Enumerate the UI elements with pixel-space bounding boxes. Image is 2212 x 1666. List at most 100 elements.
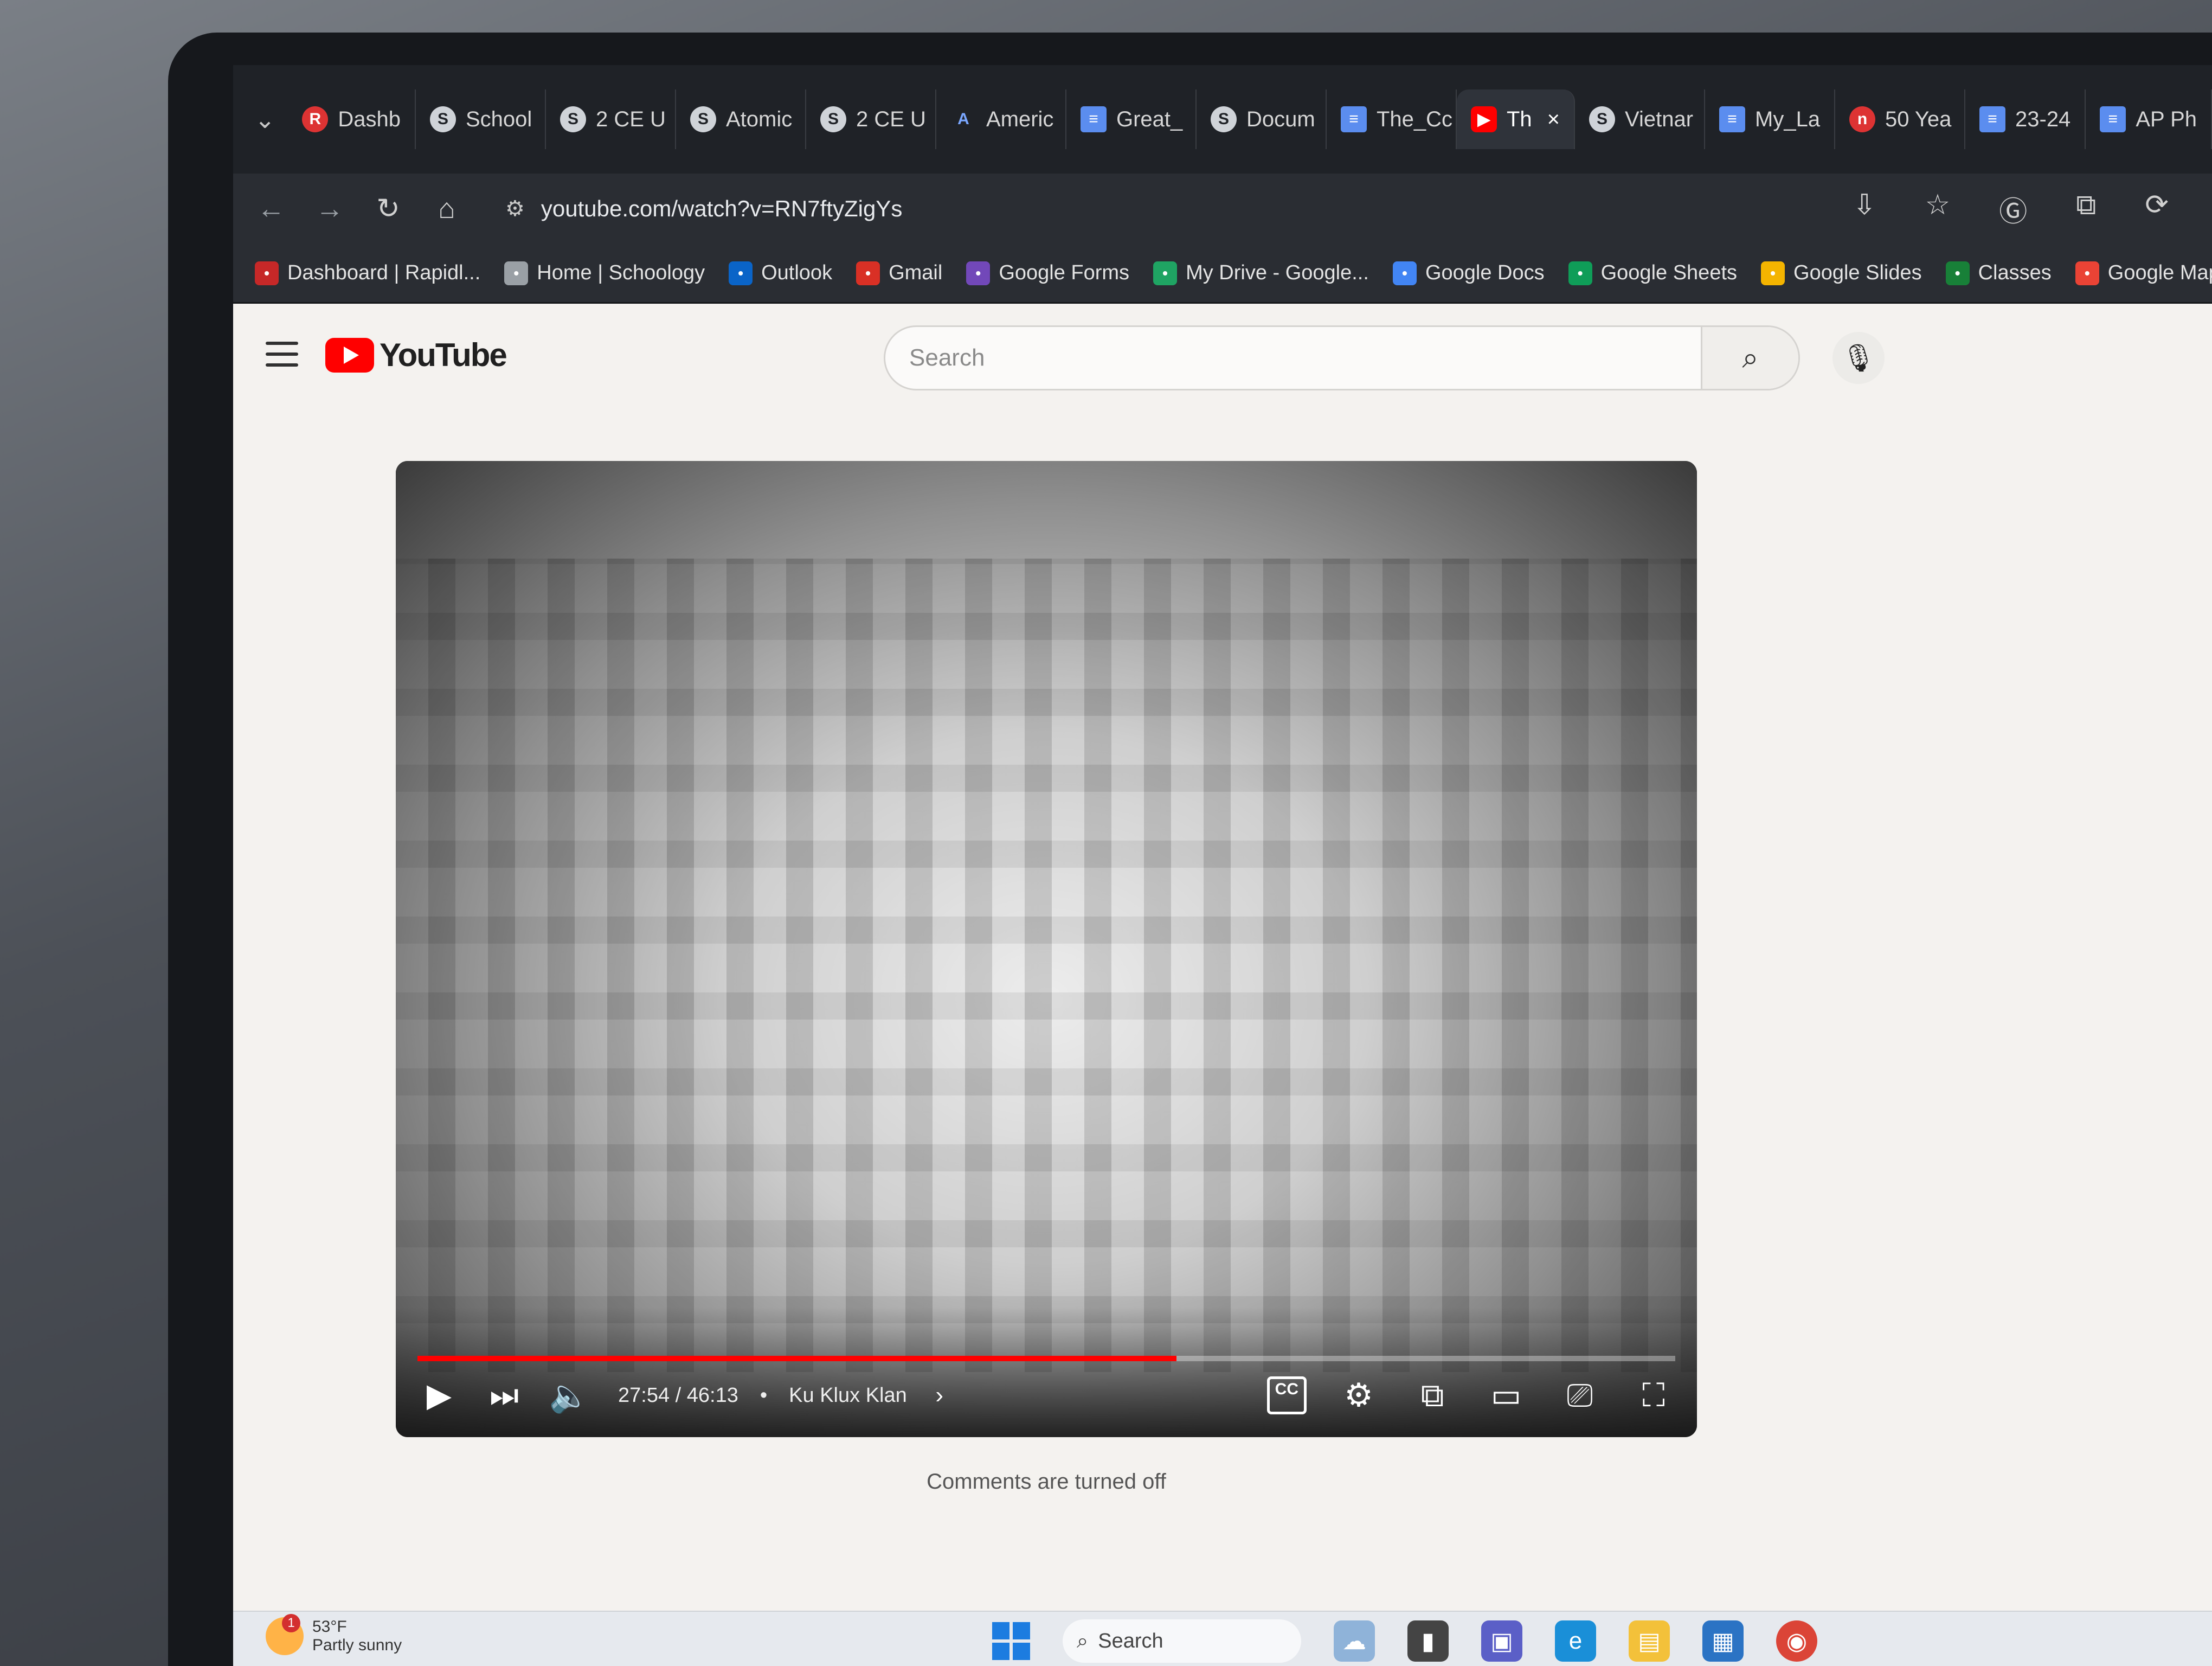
browser-tab-label: 50 Yea	[1885, 107, 1952, 131]
widgets-icon[interactable]: ☁	[1334, 1620, 1375, 1662]
menu-icon[interactable]	[266, 342, 298, 367]
miniplayer-icon[interactable]: ⧉	[1411, 1376, 1454, 1414]
youtube-search-box: ⌕	[884, 325, 1800, 390]
browser-tab[interactable]: ≡ Great_	[1066, 89, 1197, 149]
bookmark-label: Google Docs	[1425, 261, 1545, 284]
schoology-icon: S	[560, 106, 586, 132]
bookmark-item[interactable]: • Outlook	[729, 261, 832, 285]
bookmark-star-icon[interactable]: ☆	[1925, 189, 1951, 229]
chapter-chevron-icon[interactable]: ›	[929, 1382, 950, 1409]
browser-tab[interactable]: S 2 CE U	[546, 89, 676, 149]
close-tab-icon[interactable]: ×	[1547, 107, 1560, 132]
task-view-icon[interactable]: ▮	[1407, 1620, 1449, 1662]
profile-sync-icon[interactable]: ⟳	[2145, 189, 2169, 229]
back-arrow-icon[interactable]: ←	[255, 193, 287, 225]
browser-toolbar: ← → ↻ ⌂ ⚙ youtube.com/watch?v=RN7ftyZigY…	[233, 174, 2212, 244]
browser-tab[interactable]: ▶ Th ×	[1456, 89, 1575, 149]
youtube-page: YouTube ⌕ 🎙 ▶ ⏭ 🔈 27:54 / 46:13 •	[233, 304, 2212, 1611]
bookmark-item[interactable]: • Gmail	[856, 261, 942, 285]
theater-mode-icon[interactable]: ▭	[1484, 1376, 1528, 1414]
file-explorer-icon[interactable]: ▤	[1629, 1620, 1670, 1662]
browser-tab[interactable]: S Atomic	[676, 89, 806, 149]
google-docs-icon: •	[1392, 261, 1417, 285]
browser-tab[interactable]: ≡ AP Ph	[2086, 89, 2212, 149]
microsoft-store-icon[interactable]: ▦	[1702, 1620, 1744, 1662]
bookmark-item[interactable]: • Google Maps	[2075, 261, 2212, 285]
browser-tab-label: Docum	[1246, 107, 1315, 131]
bookmark-item[interactable]: • Google Docs	[1392, 261, 1545, 285]
cast-icon[interactable]: ⎚	[1558, 1376, 1602, 1414]
browser-tab[interactable]: S 2 CE U	[806, 89, 936, 149]
browser-tab[interactable]: ≡ The_Cc	[1327, 89, 1457, 149]
fullscreen-icon[interactable]: ⛶	[1632, 1376, 1675, 1414]
teams-meet-icon[interactable]: ▣	[1481, 1620, 1522, 1662]
schoology-icon: •	[504, 261, 529, 285]
browser-tab-label: Vietnar	[1625, 107, 1694, 131]
reload-icon[interactable]: ↻	[372, 193, 404, 225]
bookmark-item[interactable]: • Google Sheets	[1568, 261, 1737, 285]
browser-tab[interactable]: n 50 Yea	[1835, 89, 1965, 149]
captions-icon[interactable]: CC	[1266, 1376, 1307, 1414]
windows-start-icon[interactable]	[992, 1622, 1030, 1660]
home-icon[interactable]: ⌂	[430, 193, 463, 225]
browser-tab[interactable]: ≡ 23-24	[1965, 89, 2086, 149]
browser-tab-label: School	[465, 107, 532, 131]
schoology-icon: S	[1589, 106, 1615, 132]
bookmark-item[interactable]: • Classes	[1945, 261, 2052, 285]
chrome-icon[interactable]: ◉	[1776, 1620, 1817, 1662]
video-player[interactable]: ▶ ⏭ 🔈 27:54 / 46:13 • Ku Klux Klan › CC …	[396, 461, 1697, 1437]
browser-tab[interactable]: A Americ	[936, 89, 1066, 149]
browser-tab[interactable]: S School	[416, 89, 546, 149]
bookmark-item[interactable]: • My Drive - Google...	[1153, 261, 1369, 285]
google-docs-icon: ≡	[2100, 106, 2126, 132]
rapid-identity-icon: R	[302, 106, 329, 132]
site-settings-icon[interactable]: ⚙	[505, 196, 525, 221]
search-input[interactable]	[885, 327, 1701, 389]
browser-tab-label: 23-24	[2015, 107, 2071, 131]
search-icon: ⌕	[1077, 1629, 1089, 1652]
search-icon[interactable]: ⌕	[1701, 327, 1798, 389]
time-display: 27:54 / 46:13	[618, 1383, 738, 1407]
video-frame[interactable]	[396, 461, 1697, 1437]
player-controls-right: CC ⚙ ⧉ ▭ ⎚ ⛶	[1266, 1376, 1675, 1414]
settings-gear-icon[interactable]: ⚙	[1337, 1376, 1380, 1414]
schoology-icon: S	[690, 106, 716, 132]
progress-bar[interactable]	[417, 1356, 1675, 1361]
address-url: youtube.com/watch?v=RN7ftyZigYs	[541, 196, 903, 221]
youtube-header: YouTube ⌕ 🎙	[233, 304, 2212, 412]
tab-search-chevron-icon[interactable]: ⌄	[249, 105, 280, 134]
browser-tab[interactable]: ≡ My_La	[1705, 89, 1835, 149]
volume-icon[interactable]: 🔈	[548, 1376, 591, 1415]
google-maps-icon: •	[2075, 261, 2099, 285]
weather-widget[interactable]: 1 53°F Partly sunny	[266, 1614, 402, 1655]
weather-temp: 53°F	[312, 1618, 347, 1636]
next-icon[interactable]: ⏭	[483, 1376, 526, 1414]
taskbar-search[interactable]: ⌕ Search	[1063, 1619, 1301, 1663]
bookmark-item[interactable]: • Google Forms	[966, 261, 1129, 285]
npr-icon: n	[1849, 106, 1875, 132]
bookmark-item[interactable]: • Dashboard | Rapidl...	[255, 261, 480, 285]
chapter-title[interactable]: Ku Klux Klan	[789, 1384, 907, 1407]
taskbar-search-label: Search	[1098, 1629, 1163, 1652]
browser-tab-label: Atomic	[725, 107, 793, 131]
bookmark-item[interactable]: • Home | Schoology	[504, 261, 705, 285]
browser-tab[interactable]: R Dashb	[288, 89, 416, 149]
browser-tab[interactable]: S Vietnar	[1575, 89, 1705, 149]
bookmark-label: My Drive - Google...	[1186, 261, 1369, 284]
address-bar[interactable]: ⚙ youtube.com/watch?v=RN7ftyZigYs	[489, 184, 1736, 233]
microphone-icon[interactable]: 🎙	[1832, 332, 1885, 384]
browser-tab[interactable]: S Docum	[1197, 89, 1327, 149]
install-app-icon[interactable]: ⇩	[1853, 189, 1876, 229]
youtube-logo[interactable]: YouTube	[325, 336, 507, 374]
comments-status: Comments are turned off	[927, 1470, 1166, 1494]
google-slides-icon: •	[1761, 261, 1785, 285]
extensions-icon[interactable]: ⧉	[2076, 189, 2096, 229]
browser-tab-label: 2 CE U	[595, 107, 666, 131]
gmail-icon: •	[856, 261, 880, 285]
bookmark-item[interactable]: • Google Slides	[1761, 261, 1922, 285]
player-controls: ▶ ⏭ 🔈 27:54 / 46:13 • Ku Klux Klan › CC …	[417, 1366, 1675, 1425]
edge-icon[interactable]: e	[1555, 1620, 1596, 1662]
play-icon[interactable]: ▶	[417, 1376, 461, 1414]
grammarly-icon[interactable]: Ⓖ	[1999, 189, 2027, 229]
forward-arrow-icon[interactable]: →	[313, 193, 346, 225]
